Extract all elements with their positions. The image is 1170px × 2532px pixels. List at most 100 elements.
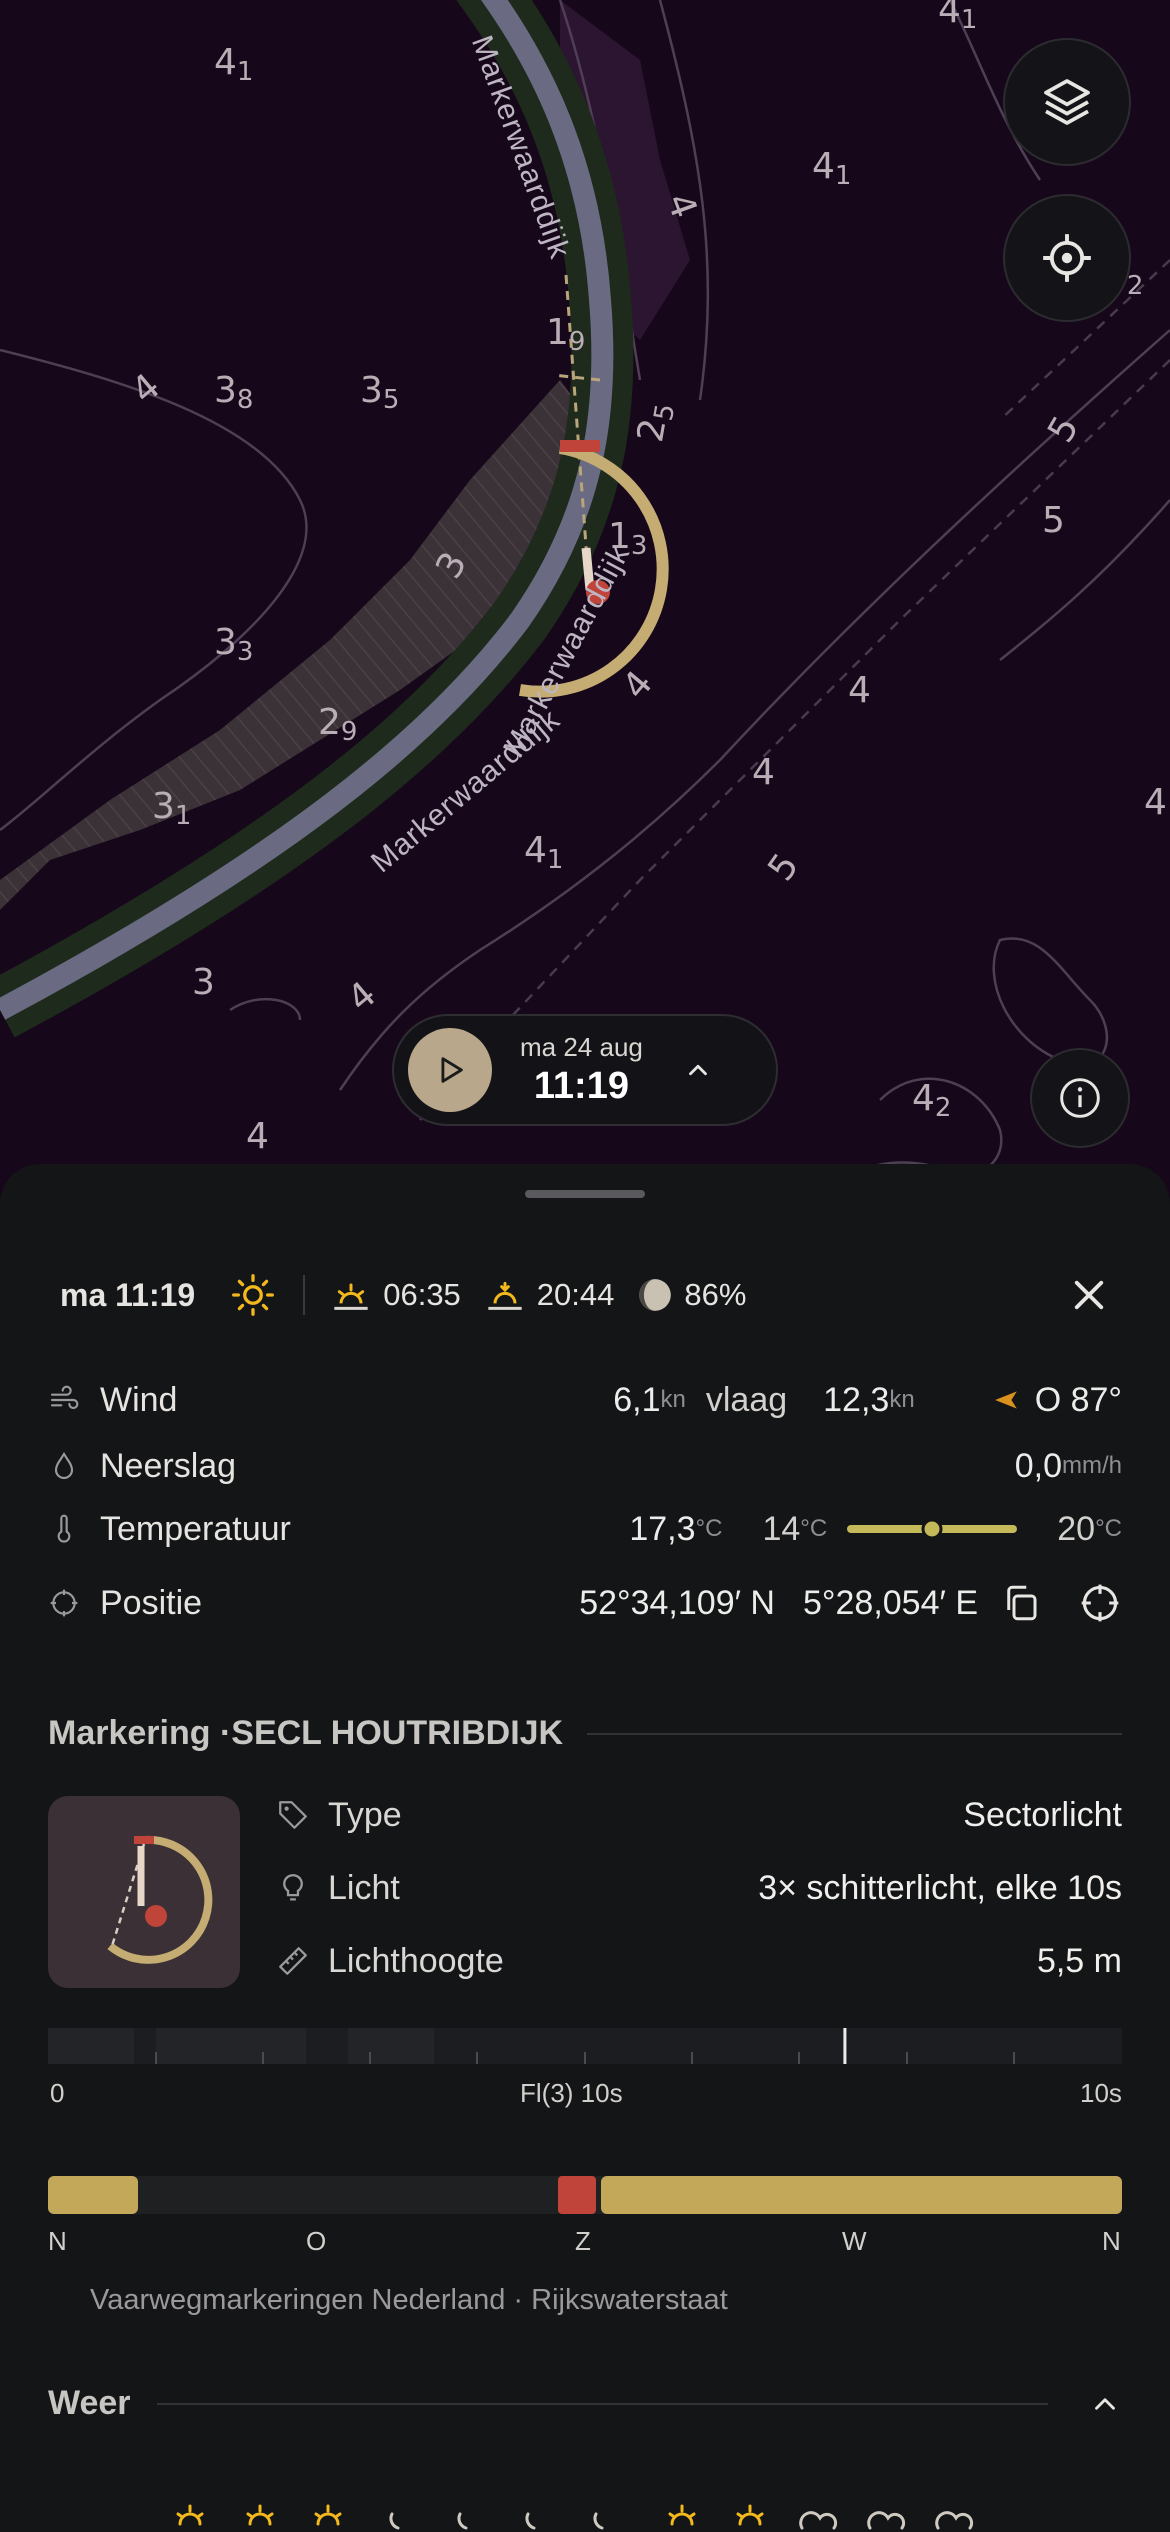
layers-icon — [1044, 79, 1090, 125]
sector-label-n: N — [48, 2226, 67, 2256]
thermometer-icon — [57, 1514, 71, 1543]
sector-label-w: W — [842, 2226, 867, 2256]
data-source: Vaarwegmarkeringen Nederland · Rijkswate… — [90, 2284, 728, 2316]
lightbulb-icon — [283, 1874, 303, 1901]
light-character-timeline — [48, 2028, 1122, 2064]
timeline-end-label: 10s — [1080, 2078, 1122, 2108]
depth-sounding: 25 — [630, 401, 682, 446]
latitude: 52°34,109′ N — [579, 1583, 775, 1622]
info-icon — [1060, 1078, 1100, 1118]
weather-section-header[interactable]: Weer — [48, 2384, 1122, 2423]
summary-day-time: ma 11:19 — [60, 1276, 196, 1313]
marker-height-row: Lichthoogte 5,5 m — [276, 1936, 1122, 1986]
crosshair-icon — [1043, 234, 1091, 282]
sun-icon — [176, 2504, 204, 2526]
temperature-label: Temperatuur — [100, 1509, 291, 1548]
sunrise-time: 06:35 — [383, 1277, 461, 1312]
copy-icon[interactable] — [1000, 1582, 1042, 1624]
play-button[interactable] — [408, 1028, 492, 1112]
depth-sounding: 38 — [214, 370, 254, 415]
layers-button[interactable] — [1003, 38, 1131, 166]
chart-map[interactable]: 41 41 41 38 35 4 19 25 13 3 5 5 33 29 4 … — [0, 0, 1170, 1200]
depth-sounding: 4 — [752, 752, 775, 793]
info-button[interactable] — [1030, 1048, 1130, 1148]
time-display: ma 24 aug 11:19 — [520, 1032, 643, 1108]
temperature-min: 14 — [762, 1509, 801, 1548]
wind-row: Wind 6,1 kn vlaag 12,3 kn O 87° — [48, 1375, 1122, 1425]
moon-illumination: 86% — [684, 1277, 747, 1312]
forecast-icons — [176, 2504, 974, 2530]
time-date: ma 24 aug — [520, 1032, 643, 1062]
section-divider — [587, 1732, 1122, 1735]
sector-red-segment — [558, 2176, 596, 2214]
depth-sounding: 42 — [912, 1078, 952, 1123]
precipitation-label: Neerslag — [100, 1446, 237, 1485]
sheet-grabber[interactable] — [525, 1190, 645, 1198]
sun-icon — [736, 2504, 764, 2526]
marker-name: SECL HOUTRIBDIJK — [231, 1714, 564, 1752]
sector-yellow-segment — [48, 2176, 138, 2214]
sunrise-icon — [334, 1283, 368, 1310]
sector-label-n: N — [1102, 2226, 1121, 2256]
precipitation-value: 0,0 — [1014, 1446, 1062, 1485]
marker-type-value: Sectorlicht — [963, 1795, 1122, 1834]
sector-bar — [48, 2176, 1122, 2214]
time-scrubber[interactable]: ma 24 aug 11:19 — [392, 1014, 778, 1126]
wind-speed: 6,1 — [613, 1380, 661, 1419]
temperature-max-unit: °C — [1095, 1515, 1122, 1542]
play-icon — [441, 1057, 463, 1083]
gust-speed: 12,3 — [823, 1380, 890, 1419]
gust-label: vlaag — [705, 1380, 788, 1419]
position-icon — [50, 1589, 78, 1617]
sector-label-z: Z — [575, 2226, 591, 2256]
depth-sounding: 4 — [1144, 782, 1167, 823]
timeline-character-label: Fl(3) 10s — [520, 2078, 623, 2108]
depth-sounding: 3 — [192, 962, 215, 1003]
temperature-value: 17,3 — [629, 1509, 696, 1548]
sector-yellow-segment — [601, 2176, 1122, 2214]
marker-section-prefix: Markering · — [48, 1714, 232, 1752]
moon-phase-icon — [639, 1279, 672, 1311]
longitude: 5°28,054′ E — [803, 1583, 978, 1622]
chevron-up-icon[interactable] — [683, 1055, 713, 1085]
depth-sounding: 29 — [318, 702, 358, 747]
tag-icon — [279, 1801, 307, 1829]
ruler-icon — [279, 1947, 307, 1975]
crosshair-icon[interactable] — [1078, 1581, 1122, 1625]
marker-section-header: Markering · SECL HOUTRIBDIJK — [48, 1714, 1122, 1753]
marker-height-label: Lichthoogte — [328, 1941, 504, 1980]
position-row: Positie 52°34,109′ N 5°28,054′ E — [48, 1578, 1122, 1628]
precipitation-row: Neerslag 0,0 mm/h — [48, 1441, 1122, 1491]
locate-button[interactable] — [1003, 194, 1131, 322]
wind-direction: O 87° — [1034, 1380, 1122, 1419]
gust-unit: kn — [889, 1386, 915, 1413]
depth-sounding: 5 — [1042, 500, 1065, 541]
temperature-max: 20 — [1057, 1509, 1096, 1548]
depth-sounding: 41 — [214, 42, 254, 87]
sun-icon — [668, 2504, 696, 2526]
sector-light-icon — [107, 1835, 213, 1964]
temperature-min-unit: °C — [800, 1515, 828, 1542]
temperature-current-marker — [921, 1518, 943, 1540]
time-value: 11:19 — [533, 1065, 629, 1107]
temperature-range-bar — [847, 1518, 1018, 1540]
temperature-unit: °C — [695, 1515, 723, 1542]
sun-icon — [314, 2504, 342, 2526]
depth-sounding: 4 — [848, 670, 871, 711]
wind-label: Wind — [100, 1380, 178, 1419]
depth-sounding: 33 — [214, 622, 254, 667]
chevron-up-icon[interactable] — [1088, 2387, 1122, 2421]
depth-sounding: 4 — [246, 1116, 269, 1157]
wind-direction-arrow-icon — [994, 1391, 1017, 1409]
temperature-row: Temperatuur 17,3 °C 14 °C 20 °C — [48, 1504, 1122, 1554]
detail-sheet: ma 11:19 06:35 20:44 86% Wind 6,1 kn vla… — [0, 1164, 1170, 2532]
droplet-icon — [54, 1451, 74, 1479]
sun-icon — [232, 1274, 275, 1316]
sunset-icon — [488, 1281, 522, 1310]
marker-thumbnail — [48, 1796, 240, 1988]
close-icon[interactable] — [1068, 1274, 1110, 1316]
depth-sounding: 41 — [812, 146, 852, 191]
timeline-ticks — [48, 2028, 1015, 2064]
depth-sounding: 41 — [524, 830, 564, 875]
position-label: Positie — [100, 1583, 203, 1622]
